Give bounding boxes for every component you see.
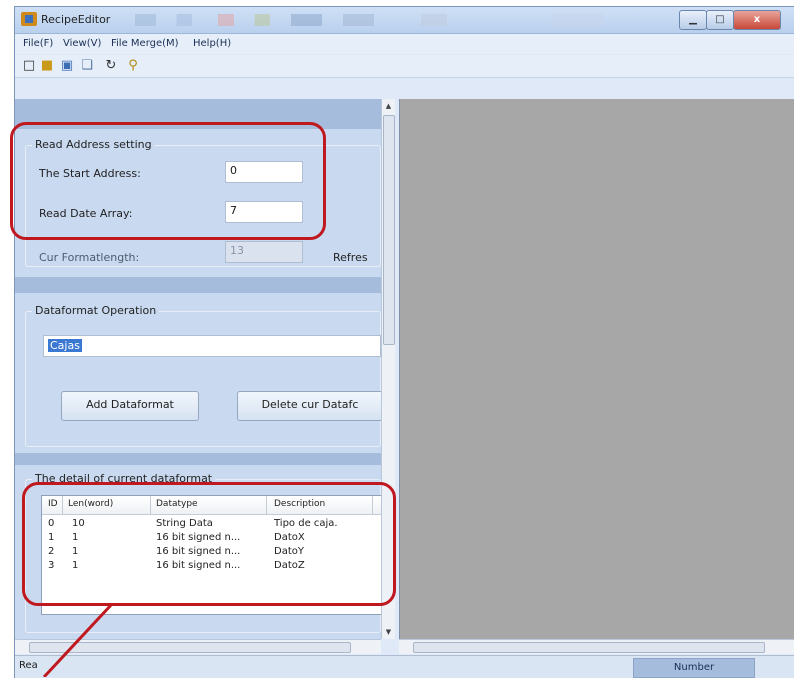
- annotation-arrow-line: [42, 602, 114, 677]
- annotation-arrow: [42, 602, 114, 677]
